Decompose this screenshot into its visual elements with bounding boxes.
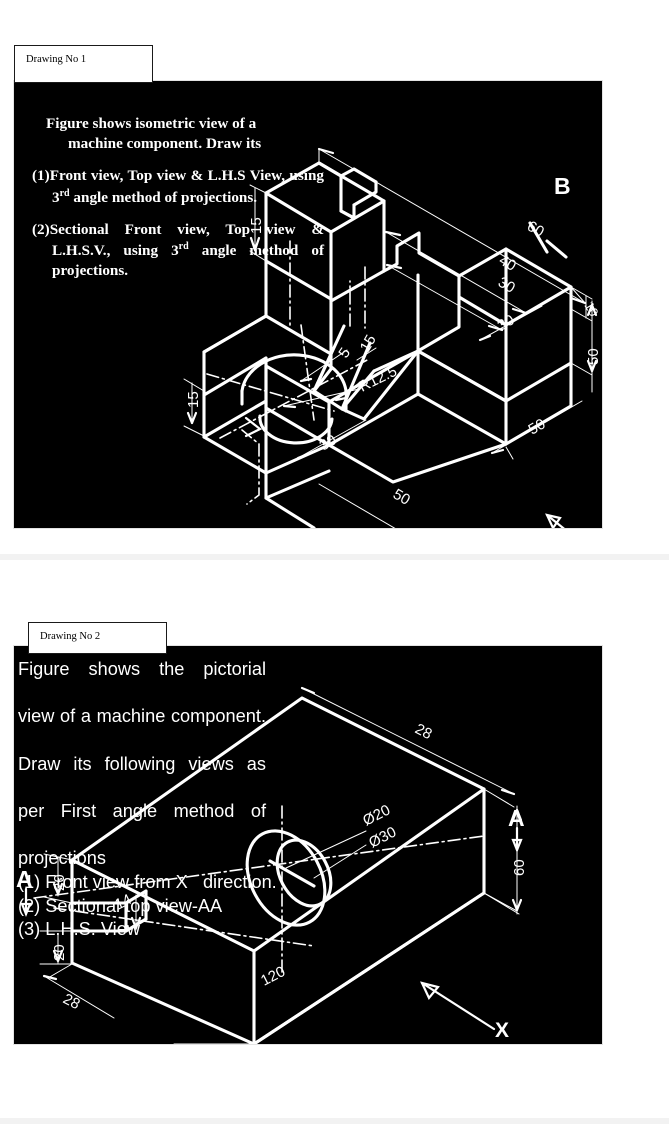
drawing-2-label: Drawing No 2 [28, 622, 167, 654]
prompt-1-item-2: (2)Sectional Front view, Top view & L.H.… [32, 220, 324, 282]
prompt-1-item-1: (1)Front view, Top view & L.H.S View, us… [32, 166, 324, 208]
prompt-2-item-3: (3) L.H.S. View [18, 919, 140, 940]
dim-60: 60 [524, 218, 547, 241]
dim-20-lower: 20 [51, 944, 68, 961]
prompt-1-intro: Figure shows isometric view of a machine… [46, 114, 318, 154]
document-page: Drawing No 1 Figure shows isometric view… [0, 0, 669, 1146]
dim-5-rib: 5 [335, 345, 354, 362]
drawing-1-prompt: Figure shows isometric view of a machine… [32, 114, 324, 294]
dim-28-bottom: 28 [60, 990, 83, 1013]
section-marker-a-right: A [508, 805, 525, 831]
direction-marker-x-2: X [495, 1019, 509, 1042]
dim-30-right: 30 [495, 311, 518, 334]
dim-15-lower: 15 [185, 391, 202, 408]
prompt-1-intro-line2: machine component. Draw its [68, 135, 262, 153]
prompt-2-item-1: (1) Front view from X direction. [18, 871, 277, 892]
dim-15-rib: 15 [357, 332, 380, 355]
prompt-2-line-5: projections [18, 848, 106, 869]
prompt-2-line-4: per First angle method of [18, 800, 266, 821]
dim-28-top: 28 [412, 720, 435, 743]
drawing-1-label: Drawing No 1 [14, 45, 153, 83]
prompt-2-line-3: Draw its following views as [18, 753, 266, 774]
section-marker-b: B [554, 173, 571, 199]
dim-50-bottom: 50 [390, 486, 413, 509]
drawing-2-panel: Figure shows the pictorial view of a mac… [14, 646, 602, 1044]
drawing-card-1: Drawing No 1 Figure shows isometric view… [0, 0, 669, 554]
prompt-2-line-2: view of a machine component. [18, 706, 266, 727]
prompt-2-item-2: (2) Sectional top view-AA [18, 895, 223, 916]
prompt-1-item-1-sup: rd [59, 187, 70, 199]
dim-50-lower-right: 50 [526, 415, 549, 438]
dim-60-right: 60 [511, 859, 528, 876]
dim-30-upper: 30 [495, 274, 518, 297]
prompt-1-item-2-sup: rd [178, 241, 189, 253]
dim-50-right: 50 [585, 348, 602, 365]
prompt-2-line-1: Figure shows the pictorial [18, 659, 266, 679]
prompt-1-intro-line1: Figure shows isometric view of a [46, 115, 257, 132]
drawing-1-panel: Figure shows isometric view of a machine… [14, 81, 602, 528]
drawing-2-prompt: Figure shows the pictorial view of a mac… [18, 658, 277, 942]
prompt-1-item-1-post: angle method of projections. [69, 188, 258, 206]
drawing-card-2: Drawing No 2 Figure shows the pictorial … [0, 560, 669, 1120]
dim-120: 120 [258, 963, 288, 990]
